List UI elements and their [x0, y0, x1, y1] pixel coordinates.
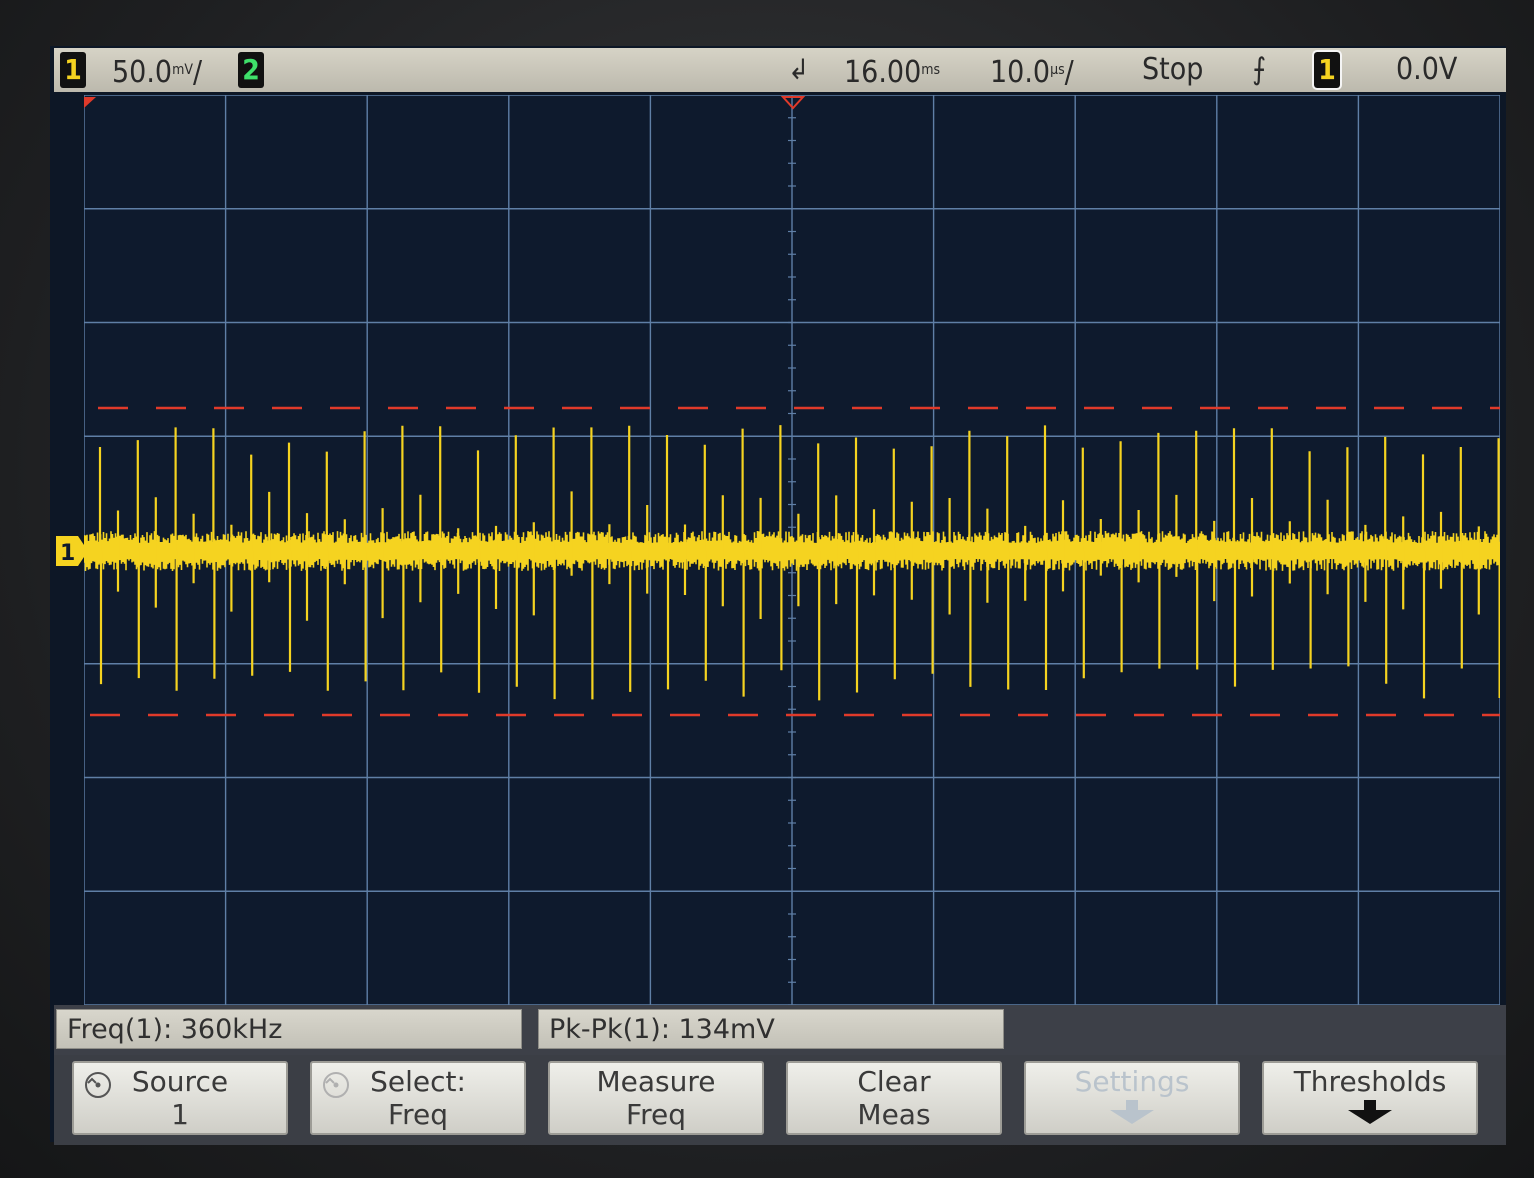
- knob-icon: [323, 1072, 349, 1098]
- select-softkey-line2: Freq: [388, 1098, 448, 1131]
- settings-softkey[interactable]: Settings: [1024, 1061, 1240, 1135]
- select-softkey[interactable]: Select: Freq: [310, 1061, 526, 1135]
- channel-1-ground-label: 1: [60, 541, 75, 566]
- source-softkey-line2: 1: [171, 1098, 189, 1131]
- settings-softkey-label: Settings: [1074, 1065, 1190, 1098]
- measurement-freq: Freq(1): 360kHz: [56, 1009, 522, 1049]
- thresholds-softkey-label: Thresholds: [1293, 1065, 1447, 1098]
- trigger-position-marker: [780, 96, 806, 110]
- marker-overlay: 1: [56, 96, 806, 566]
- measurement-bar: Freq(1): 360kHz Pk-Pk(1): 134mV: [54, 1005, 1506, 1055]
- down-arrow-icon: [1110, 1100, 1154, 1124]
- measure-freq-softkey[interactable]: Measure Freq: [548, 1061, 764, 1135]
- channel-1-ground-marker: 1: [56, 536, 88, 566]
- clear-meas-softkey[interactable]: Clear Meas: [786, 1061, 1002, 1135]
- softkey-bar: Source 1 Select: Freq Measure Freq Clear…: [54, 1055, 1506, 1145]
- measurement-pk-pk: Pk-Pk(1): 134mV: [538, 1009, 1004, 1049]
- source-softkey[interactable]: Source 1: [72, 1061, 288, 1135]
- thresholds-softkey[interactable]: Thresholds: [1262, 1061, 1478, 1135]
- clear-softkey-line2: Meas: [857, 1098, 931, 1131]
- measure-softkey-line1: Measure: [596, 1065, 716, 1098]
- clear-softkey-line1: Clear: [857, 1065, 931, 1098]
- down-arrow-icon: [1348, 1100, 1392, 1124]
- left-edge-marker: [84, 97, 96, 108]
- measure-softkey-line2: Freq: [626, 1098, 686, 1131]
- knob-icon: [85, 1072, 111, 1098]
